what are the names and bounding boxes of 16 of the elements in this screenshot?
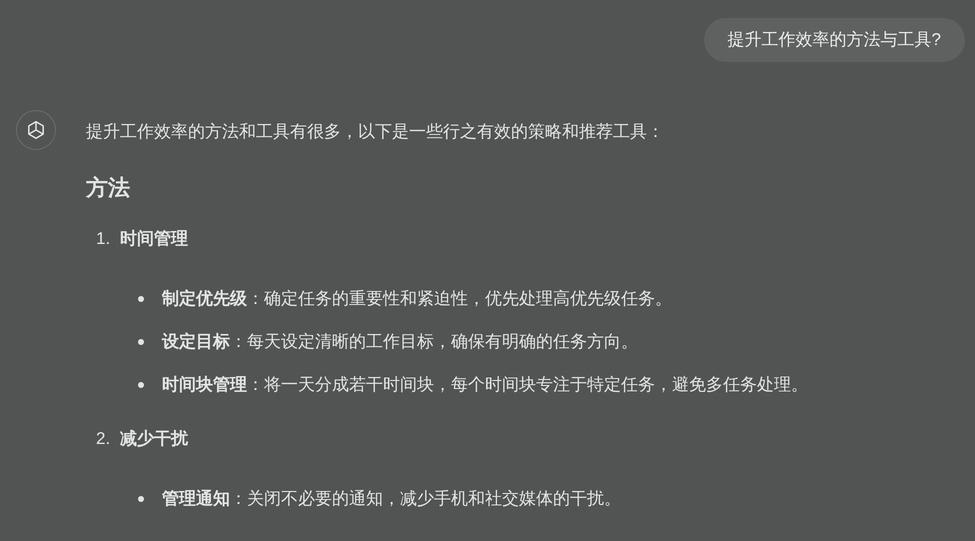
bullet-text: 管理通知：关闭不必要的通知，减少手机和社交媒体的干扰。 (162, 488, 621, 510)
section-heading: 方法 (86, 174, 130, 202)
bullet-icon (138, 339, 144, 345)
intro-paragraph: 提升工作效率的方法和工具有很多，以下是一些行之有效的策略和推荐工具： (86, 121, 665, 143)
bullet-icon (138, 382, 144, 388)
list-number: 2. (96, 428, 110, 450)
bullet-icon (138, 496, 144, 502)
bullet-text: 时间块管理：将一天分成若干时间块，每个时间块专注于特定任务，避免多任务处理。 (162, 374, 808, 396)
list-number: 1. (96, 228, 110, 250)
bullet-text: 制定优先级：确定任务的重要性和紧迫性，优先处理高优先级任务。 (162, 288, 672, 310)
assistant-avatar-icon (16, 110, 56, 150)
user-message-bubble: 提升工作效率的方法与工具? (704, 18, 965, 62)
bullet-icon (138, 296, 144, 302)
bullet-text: 设定目标：每天设定清晰的工作目标，确保有明确的任务方向。 (162, 331, 638, 353)
list-item-title: 时间管理 (120, 228, 188, 250)
list-item-title: 减少干扰 (120, 428, 188, 450)
